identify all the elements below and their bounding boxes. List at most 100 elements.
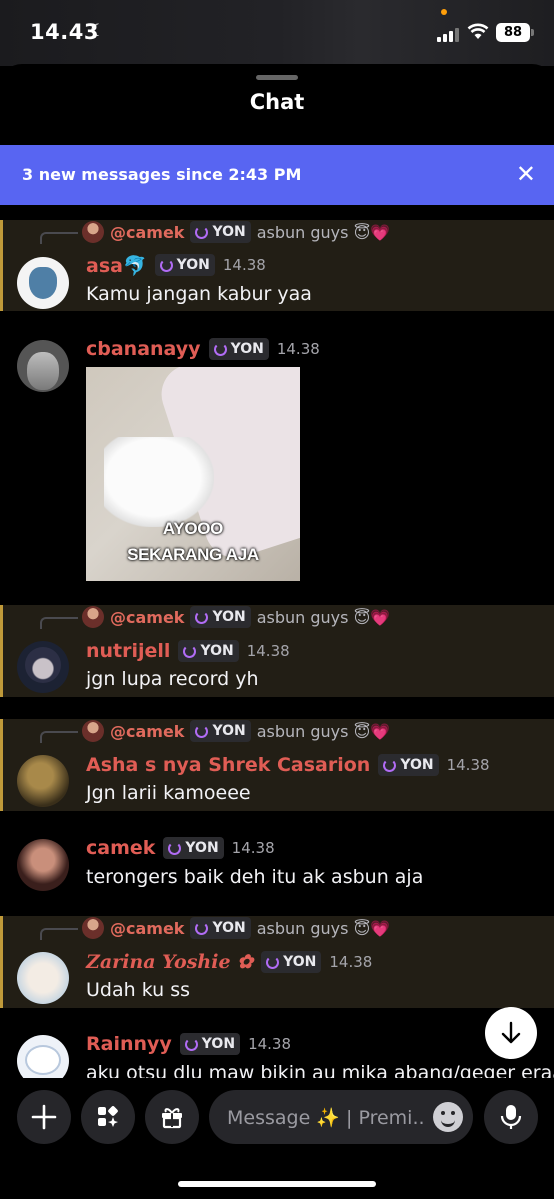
close-icon[interactable]: ✕ — [516, 161, 536, 187]
add-button[interactable] — [17, 1090, 71, 1144]
battery-icon: 88 — [496, 23, 534, 42]
avatar — [82, 221, 104, 243]
image-cat — [104, 437, 214, 527]
avatar[interactable] — [17, 641, 69, 693]
message-author[interactable]: nutrijell — [86, 640, 170, 662]
avatar — [82, 720, 104, 742]
message-timestamp: 14.38 — [446, 756, 490, 774]
home-indicator — [178, 1181, 376, 1187]
gift-button[interactable] — [145, 1090, 199, 1144]
message-author[interactable]: camek — [86, 837, 155, 859]
message-author[interactable]: Asha s nya Shrek Casarion — [86, 754, 370, 776]
reply-preview[interactable]: @camek YON asbun guys 😇💗 — [82, 220, 390, 244]
role-tag: YON — [378, 754, 439, 776]
message-timestamp: 14.38 — [329, 953, 373, 971]
moon-icon: ☾ — [90, 21, 106, 41]
message-author[interactable]: Rainnyy — [86, 1033, 172, 1055]
message-text: Udah ku ss — [86, 979, 190, 1001]
new-messages-text[interactable]: 3 new messages since 2:43 PM — [22, 165, 301, 184]
gift-icon — [162, 1108, 182, 1129]
voice-message-button[interactable] — [484, 1090, 538, 1144]
image-caption-line2: SEKARANG AJA — [127, 545, 259, 564]
message-item[interactable]: @camek YON asbun guys 😇💗 Asha s nya Shre… — [0, 719, 554, 811]
message-text: aku otsu dlu maw bikin au mika abang/geg… — [86, 1062, 554, 1078]
message-input[interactable]: Message ✨ | Premi.. — [209, 1090, 473, 1144]
message-item[interactable]: camek YON 14.38 terongers baik deh itu a… — [0, 830, 554, 900]
message-item[interactable]: @camek YON asbun guys 😇💗 Zarina Yoshie ✿… — [0, 916, 554, 1008]
avatar[interactable] — [17, 839, 69, 891]
role-tag: YON — [190, 606, 251, 628]
message-image[interactable]: AYOOO SEKARANG AJA — [86, 367, 300, 581]
message-timestamp: 14.38 — [222, 256, 266, 274]
reply-preview[interactable]: @camek YON asbun guys 😇💗 — [82, 605, 390, 629]
message-item[interactable]: @camek YON asbun guys 😇💗 asa🐬 YON 14.38 … — [0, 220, 554, 311]
reply-text: asbun guys 😇💗 — [256, 607, 391, 627]
role-tag: YON — [208, 338, 269, 360]
privacy-indicator-dot — [441, 9, 447, 15]
apps-icon — [98, 1106, 118, 1127]
reply-text: asbun guys 😇💗 — [256, 222, 391, 242]
role-icon — [266, 955, 280, 969]
message-item[interactable]: Rainnyy YON 14.38 aku otsu dlu maw bikin… — [0, 1026, 554, 1078]
avatar[interactable] — [17, 952, 69, 1004]
role-icon — [184, 1037, 198, 1051]
role-tag: YON — [154, 254, 215, 276]
reply-preview[interactable]: @camek YON asbun guys 😇💗 — [82, 916, 390, 940]
message-text: Kamu jangan kabur yaa — [86, 283, 312, 305]
new-messages-banner[interactable]: 3 new messages since 2:43 PM ✕ — [0, 145, 554, 205]
sheet-grabber[interactable] — [256, 75, 298, 80]
plus-icon — [31, 1104, 57, 1130]
reply-text: asbun guys 😇💗 — [256, 918, 391, 938]
role-icon — [383, 758, 397, 772]
message-item[interactable]: @camek YON asbun guys 😇💗 nutrijell YON 1… — [0, 605, 554, 697]
message-timestamp: 14.38 — [246, 642, 290, 660]
message-timestamp: 14.38 — [276, 340, 320, 358]
role-tag: YON — [178, 640, 239, 662]
page-title: Chat — [249, 90, 305, 114]
avatar[interactable] — [17, 340, 69, 392]
cellular-signal-icon — [437, 26, 459, 42]
role-icon — [168, 841, 182, 855]
role-tag: YON — [190, 221, 251, 243]
role-icon — [183, 644, 197, 658]
wifi-icon — [467, 23, 489, 39]
arrow-down-icon — [501, 1021, 521, 1044]
avatar[interactable] — [17, 755, 69, 807]
status-bar: 14.43 ☾ 88 — [0, 0, 554, 66]
role-tag: YON — [179, 1033, 241, 1055]
reply-author[interactable]: @camek — [110, 608, 184, 627]
avatar[interactable] — [17, 257, 69, 309]
reply-preview[interactable]: @camek YON asbun guys 😇💗 — [82, 719, 390, 743]
role-icon — [159, 258, 173, 272]
microphone-icon — [500, 1105, 522, 1129]
message-timestamp: 14.38 — [248, 1035, 292, 1053]
role-tag: YON — [190, 917, 251, 939]
message-timestamp: 14.38 — [231, 839, 275, 857]
message-text: terongers baik deh itu ak asbun aja — [86, 866, 424, 888]
reply-author[interactable]: @camek — [110, 919, 184, 938]
role-icon — [213, 342, 227, 356]
status-time: 14.43 — [30, 20, 99, 44]
avatar[interactable] — [17, 1035, 69, 1078]
message-text: Jgn larii kamoeee — [86, 782, 251, 804]
emoji-icon[interactable] — [433, 1102, 463, 1132]
reply-text: asbun guys 😇💗 — [256, 721, 391, 741]
reply-author[interactable]: @camek — [110, 722, 184, 741]
message-author[interactable]: cbananayy — [86, 338, 201, 360]
avatar — [82, 606, 104, 628]
reply-author[interactable]: @camek — [110, 223, 184, 242]
role-tag: YON — [261, 951, 322, 973]
message-text: jgn lupa record yh — [86, 668, 259, 690]
role-icon — [195, 921, 209, 935]
role-tag: YON — [190, 720, 251, 742]
role-tag: YON — [163, 837, 224, 859]
avatar — [82, 917, 104, 939]
role-icon — [195, 724, 209, 738]
message-author[interactable]: asa🐬 — [86, 254, 147, 277]
role-icon — [195, 610, 209, 624]
role-icon — [195, 225, 209, 239]
apps-button[interactable] — [81, 1090, 135, 1144]
scroll-to-bottom-button[interactable] — [485, 1007, 537, 1059]
message-placeholder: Message ✨ | Premi.. — [227, 1106, 425, 1129]
message-author[interactable]: Zarina Yoshie ✿ — [86, 951, 253, 973]
